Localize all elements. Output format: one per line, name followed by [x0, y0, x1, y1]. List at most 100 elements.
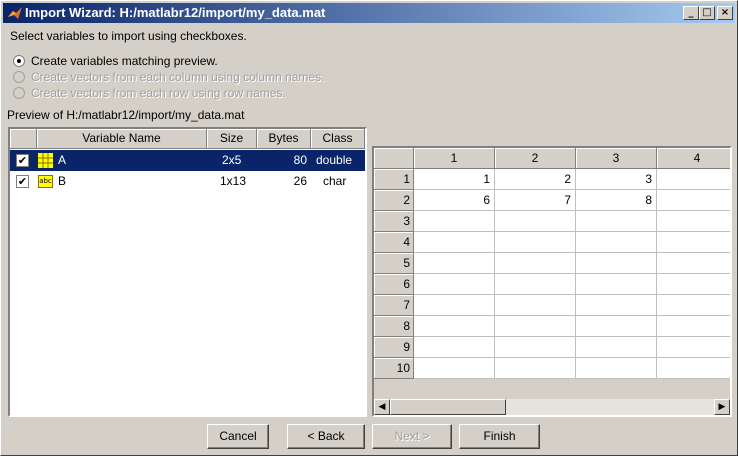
column-header-size[interactable]: Size — [207, 129, 257, 149]
grid-corner — [374, 148, 414, 169]
option-create-variables[interactable]: Create variables matching preview. — [13, 54, 218, 70]
grid-cell[interactable] — [657, 274, 730, 295]
grid-cell[interactable] — [495, 211, 576, 232]
grid-cell[interactable] — [576, 232, 657, 253]
grid-cell[interactable] — [657, 295, 730, 316]
column-header-class[interactable]: Class — [311, 129, 365, 149]
radio-button — [13, 71, 25, 83]
grid-cell[interactable] — [495, 316, 576, 337]
grid-cell[interactable] — [495, 295, 576, 316]
grid-cell[interactable] — [576, 358, 657, 379]
grid-row-header[interactable]: 4 — [374, 232, 414, 253]
grid-cell[interactable]: 8 — [576, 190, 657, 211]
window-title: Import Wizard: H:/matlabr12/import/my_da… — [25, 5, 326, 20]
grid-column-header[interactable]: 1 — [414, 148, 495, 169]
horizontal-scrollbar[interactable]: ◀ ▶ — [374, 399, 730, 415]
grid-cell[interactable] — [657, 316, 730, 337]
grid-cell[interactable] — [495, 253, 576, 274]
grid-cell[interactable] — [657, 232, 730, 253]
grid-column-header[interactable]: 3 — [576, 148, 657, 169]
import-checkbox-a[interactable]: ✔ — [16, 154, 29, 167]
close-button[interactable]: × — [717, 6, 733, 20]
grid-row-header[interactable]: 9 — [374, 337, 414, 358]
grid-cell[interactable] — [657, 211, 730, 232]
grid-column-header[interactable]: 2 — [495, 148, 576, 169]
grid-row-header[interactable]: 8 — [374, 316, 414, 337]
scroll-left-button[interactable]: ◀ — [374, 399, 390, 415]
grid-cell[interactable] — [576, 295, 657, 316]
radio-button — [13, 87, 25, 99]
option-label: Create vectors from each row using row n… — [31, 86, 286, 100]
next-button: Next > — [372, 424, 452, 449]
grid-cell[interactable] — [576, 211, 657, 232]
import-checkbox-b[interactable]: ✔ — [16, 175, 29, 188]
grid-cell[interactable] — [495, 232, 576, 253]
option-column-vectors: Create vectors from each column using co… — [13, 70, 324, 86]
data-preview-grid[interactable]: 1 2 3 4 1 1 2 3 2 6 7 8 3 4 5 6 7 8 9 10 ◀ ▶ — [372, 146, 732, 417]
matlab-logo-icon — [8, 7, 22, 19]
grid-cell[interactable] — [414, 358, 495, 379]
minimize-button[interactable]: _ — [683, 6, 699, 20]
finish-button[interactable]: Finish — [459, 424, 540, 449]
scrollbar-thumb[interactable] — [390, 399, 506, 415]
option-label: Create vectors from each column using co… — [31, 70, 325, 84]
grid-cell[interactable]: 2 — [495, 169, 576, 190]
grid-cell[interactable]: 6 — [414, 190, 495, 211]
grid-cell[interactable] — [576, 316, 657, 337]
scroll-right-button[interactable]: ▶ — [714, 399, 730, 415]
variable-name: B — [58, 174, 67, 188]
grid-column-header[interactable]: 4 — [657, 148, 730, 169]
maximize-button[interactable]: □ — [699, 6, 715, 20]
grid-cell[interactable] — [414, 274, 495, 295]
grid-row-header[interactable]: 6 — [374, 274, 414, 295]
table-row-a[interactable]: ✔ A 2x5 80 double — [10, 150, 365, 171]
grid-cell[interactable] — [657, 169, 730, 190]
grid-row-header[interactable]: 5 — [374, 253, 414, 274]
grid-row-header[interactable]: 7 — [374, 295, 414, 316]
grid-cell[interactable] — [414, 316, 495, 337]
column-header-bytes[interactable]: Bytes — [257, 129, 311, 149]
variable-table[interactable]: Variable Name Size Bytes Class ✔ A 2x5 8… — [8, 127, 367, 417]
title-bar: Import Wizard: H:/matlabr12/import/my_da… — [3, 3, 735, 23]
grid-cell[interactable] — [414, 211, 495, 232]
variable-size: 2x5 — [222, 153, 242, 167]
grid-cell[interactable] — [576, 337, 657, 358]
grid-cell[interactable] — [657, 253, 730, 274]
grid-cell[interactable] — [657, 358, 730, 379]
variable-size: 1x13 — [220, 174, 247, 188]
variable-class: double — [316, 153, 353, 167]
grid-cell[interactable] — [657, 190, 730, 211]
variable-class: char — [323, 174, 347, 188]
import-wizard-window: Import Wizard: H:/matlabr12/import/my_da… — [0, 0, 738, 456]
grid-cell[interactable] — [576, 253, 657, 274]
grid-cell[interactable]: 3 — [576, 169, 657, 190]
grid-cell[interactable] — [414, 232, 495, 253]
grid-row-header[interactable]: 3 — [374, 211, 414, 232]
variable-bytes: 80 — [293, 153, 307, 167]
grid-cell[interactable] — [495, 358, 576, 379]
preview-label: Preview of H:/matlabr12/import/my_data.m… — [7, 108, 245, 122]
grid-cell[interactable] — [657, 337, 730, 358]
char-array-icon: abc — [38, 175, 53, 188]
option-row-vectors: Create vectors from each row using row n… — [13, 86, 286, 102]
grid-cell[interactable] — [495, 274, 576, 295]
column-header-check[interactable] — [10, 129, 37, 149]
instruction-text: Select variables to import using checkbo… — [10, 29, 247, 43]
matrix-icon — [38, 153, 53, 168]
grid-cell[interactable]: 7 — [495, 190, 576, 211]
grid-row-header[interactable]: 1 — [374, 169, 414, 190]
grid-row-header[interactable]: 10 — [374, 358, 414, 379]
grid-cell[interactable] — [414, 253, 495, 274]
cancel-button[interactable]: Cancel — [207, 424, 269, 449]
grid-cell[interactable] — [576, 274, 657, 295]
table-row-b[interactable]: ✔ abc B 1x13 26 char — [10, 171, 365, 192]
back-button[interactable]: < Back — [287, 424, 365, 449]
grid-cell[interactable]: 1 — [414, 169, 495, 190]
grid-cell[interactable] — [414, 295, 495, 316]
grid-row-header[interactable]: 2 — [374, 190, 414, 211]
grid-cell[interactable] — [414, 337, 495, 358]
grid-cell[interactable] — [495, 337, 576, 358]
column-header-variable-name[interactable]: Variable Name — [37, 129, 207, 149]
radio-button[interactable] — [13, 55, 25, 67]
option-label: Create variables matching preview. — [31, 54, 218, 68]
